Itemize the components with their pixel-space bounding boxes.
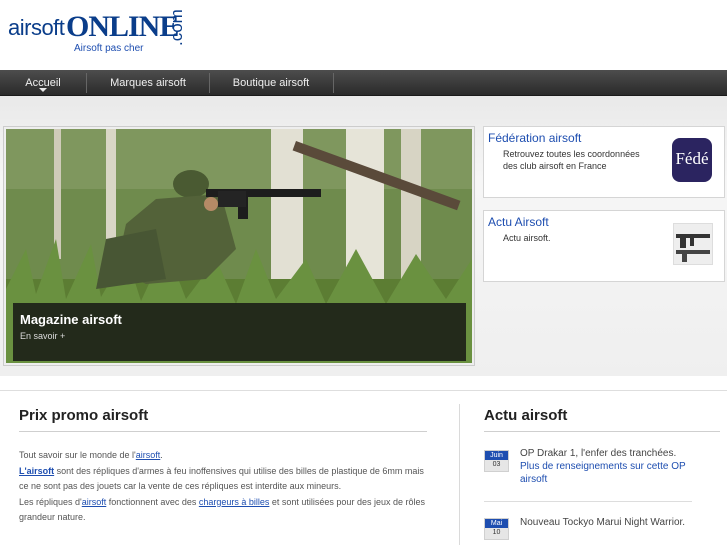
nav-item-boutique[interactable]: Boutique airsoft bbox=[210, 70, 332, 96]
news-more-link[interactable]: Plus de renseignements sur cette OP airs… bbox=[520, 460, 690, 486]
news-date-badge: Mai 10 bbox=[484, 518, 509, 540]
news-title[interactable]: Nouveau Tockyo Marui Night Warrior. bbox=[520, 516, 690, 529]
actu-airsoft-box[interactable]: Actu Airsoft Actu airsoft. bbox=[483, 210, 725, 282]
federation-logo-text: Fédé bbox=[675, 149, 709, 168]
promo-title-rule bbox=[19, 431, 427, 432]
nav-item-marques[interactable]: Marques airsoft bbox=[87, 70, 209, 96]
federation-text: Retrouvez toutes les coordonnées des clu… bbox=[503, 149, 640, 171]
news-day: 10 bbox=[492, 529, 501, 536]
rifle-icon bbox=[676, 234, 710, 262]
logo-text-com: .com bbox=[167, 9, 186, 46]
airsoft-link[interactable]: airsoft bbox=[136, 450, 161, 460]
federation-title[interactable]: Fédération airsoft bbox=[488, 131, 581, 145]
news-day: 03 bbox=[492, 461, 501, 468]
content-divider bbox=[0, 390, 727, 391]
airsoft-link-2[interactable]: airsoft bbox=[82, 497, 107, 507]
news-item: OP Drakar 1, l'enfer des tranchées. Plus… bbox=[520, 447, 690, 486]
actu-airsoft-title[interactable]: Actu Airsoft bbox=[488, 215, 549, 229]
news-title[interactable]: OP Drakar 1, l'enfer des tranchées. bbox=[520, 447, 690, 460]
intro-text: Tout savoir sur le monde de l' bbox=[19, 450, 136, 460]
main-nav: Accueil Marques airsoft Boutique airsoft bbox=[0, 70, 727, 96]
rifle-thumbnail bbox=[673, 223, 713, 265]
column-divider bbox=[459, 404, 460, 545]
promo-intro-text: Tout savoir sur le monde de l'airsoft. L… bbox=[19, 448, 429, 526]
news-separator bbox=[484, 501, 692, 502]
intro-line-2: L'airsoft sont des répliques d'armes à f… bbox=[19, 464, 429, 495]
news-month: Mai bbox=[485, 519, 508, 528]
intro-line-1: Tout savoir sur le monde de l'airsoft. bbox=[19, 448, 429, 464]
news-month: Juin bbox=[485, 451, 508, 460]
actu-airsoft-text: Actu airsoft. bbox=[503, 233, 551, 243]
intro-text: sont des répliques d'armes à feu inoffen… bbox=[19, 465, 424, 492]
nav-item-accueil[interactable]: Accueil bbox=[0, 70, 86, 96]
news-item: Nouveau Tockyo Marui Night Warrior. bbox=[520, 516, 690, 529]
intro-text: . bbox=[160, 450, 163, 460]
nav-separator bbox=[333, 73, 334, 93]
logo-text-airsoft: airsoft bbox=[8, 15, 65, 40]
promo-section-title: Prix promo airsoft bbox=[19, 407, 149, 424]
news-section-title: Actu airsoft bbox=[484, 407, 568, 424]
hero-read-more-link[interactable]: En savoir + bbox=[20, 331, 65, 341]
intro-text: Les répliques d' bbox=[19, 496, 82, 507]
logo-text-online: ONLINE bbox=[66, 10, 179, 43]
news-title-rule bbox=[484, 431, 720, 432]
intro-text: fonctionnent avec des bbox=[106, 496, 199, 507]
intro-line-3: Les répliques d'airsoft fonctionnent ave… bbox=[19, 495, 429, 526]
nav-active-arrow-icon bbox=[39, 88, 47, 92]
site-tagline: Airsoft pas cher bbox=[74, 43, 144, 54]
federation-logo: Fédé bbox=[672, 138, 712, 182]
hero-caption: Magazine airsoft En savoir + bbox=[13, 303, 466, 361]
federation-box[interactable]: Fédération airsoft Retrouvez toutes les … bbox=[483, 126, 725, 198]
news-date-badge: Juin 03 bbox=[484, 450, 509, 472]
chargeurs-link[interactable]: chargeurs à billes bbox=[199, 497, 270, 507]
hero-caption-title[interactable]: Magazine airsoft bbox=[20, 312, 122, 327]
airsoft-definition-link[interactable]: L'airsoft bbox=[19, 466, 54, 476]
